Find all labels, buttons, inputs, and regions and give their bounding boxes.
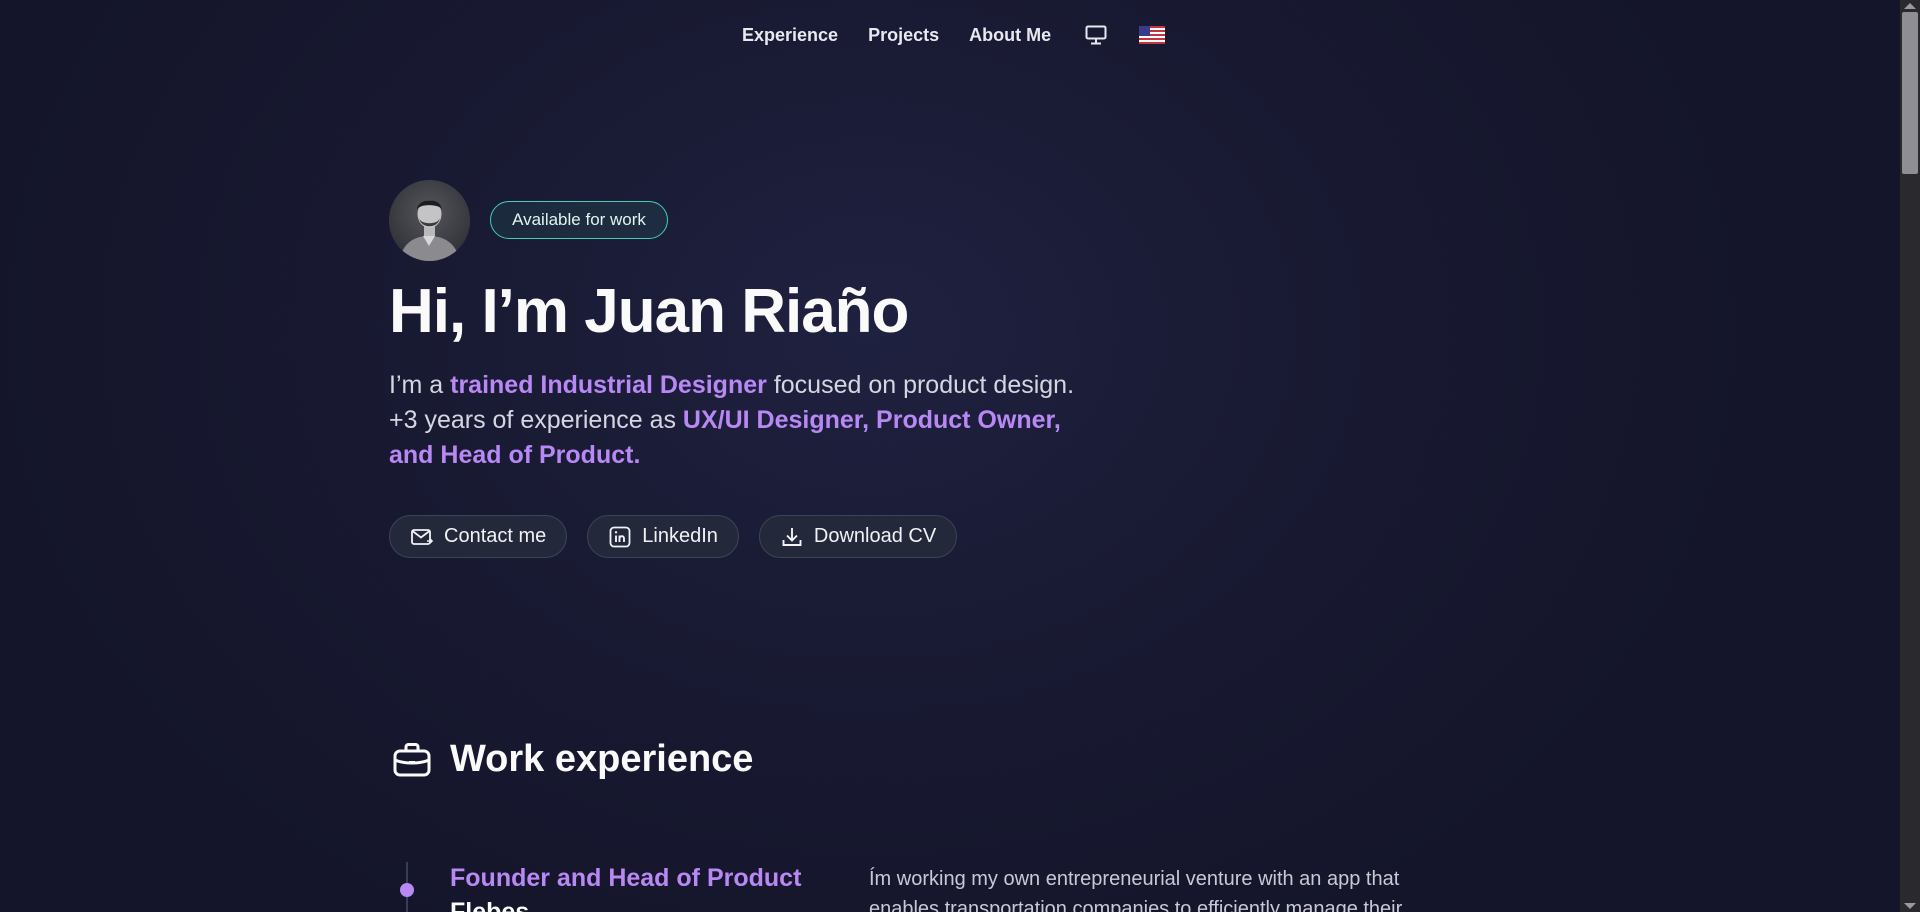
avatar [389, 180, 470, 261]
timeline-dot [400, 883, 414, 897]
intro-text: I’m a trained Industrial Designer focuse… [389, 368, 1109, 473]
monitor-icon [1085, 25, 1107, 45]
profile-photo [389, 180, 470, 261]
us-flag-icon [1139, 26, 1166, 44]
intro-part-1: I’m a [389, 371, 451, 399]
intro-highlight-1: trained Industrial Designer [450, 371, 767, 399]
nav-projects[interactable]: Projects [868, 25, 939, 46]
nav-about-me[interactable]: About Me [969, 25, 1051, 46]
section-title: Work experience [450, 738, 754, 780]
mail-icon [410, 525, 434, 549]
download-cv-button[interactable]: Download CV [758, 515, 958, 558]
page-title: Hi, I’m Juan Riaño [389, 277, 909, 346]
linkedin-label: LinkedIn [642, 525, 718, 547]
briefcase-icon [392, 740, 432, 780]
scroll-thumb[interactable] [1902, 12, 1918, 174]
availability-badge: Available for work [490, 201, 668, 239]
theme-toggle-button[interactable] [1085, 25, 1107, 45]
nav-experience[interactable]: Experience [742, 25, 838, 46]
scroll-down-arrow-icon[interactable] [1904, 903, 1916, 909]
linkedin-button[interactable]: LinkedIn [587, 515, 739, 558]
top-nav: Experience Projects About Me [742, 22, 1166, 48]
download-icon [780, 525, 804, 549]
linkedin-icon [608, 525, 632, 549]
work-experience-heading: Work experience [392, 738, 753, 781]
contact-me-label: Contact me [444, 525, 547, 547]
experience-description: Ím working my own entrepreneurial ventur… [869, 868, 1403, 912]
download-cv-label: Download CV [813, 525, 937, 547]
language-switcher[interactable] [1139, 26, 1166, 44]
experience-company: Flebes [450, 898, 530, 912]
hero-actions: Contact me LinkedIn Download CV [389, 515, 977, 558]
experience-role: Founder and Head of Product [450, 864, 802, 892]
contact-me-button[interactable]: Contact me [389, 515, 568, 558]
page-scrollbar[interactable] [1900, 0, 1920, 912]
scroll-up-arrow-icon[interactable] [1904, 3, 1916, 9]
